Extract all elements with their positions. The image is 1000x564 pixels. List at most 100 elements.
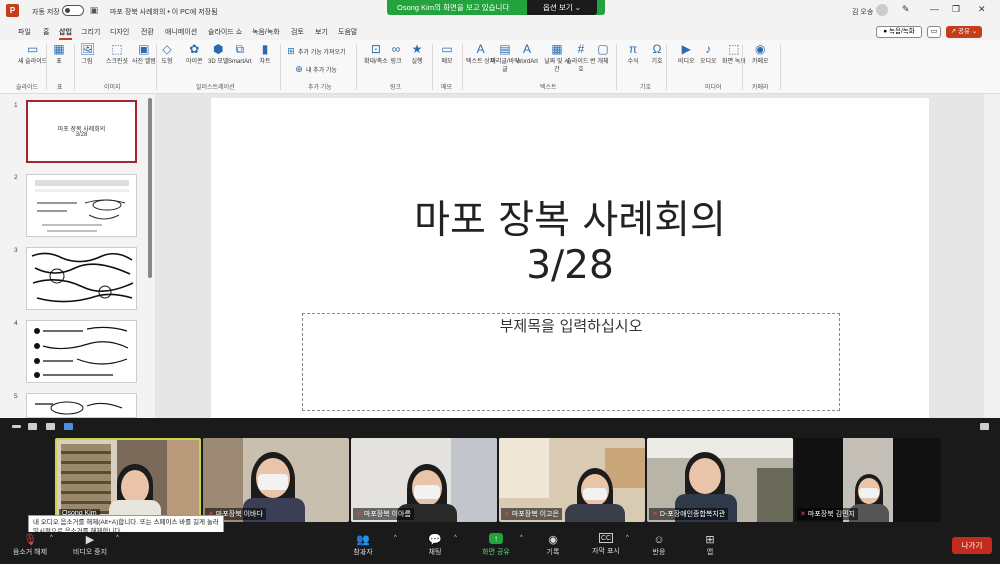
subtitle-placeholder[interactable]: 부제목을 입력하십시오 — [302, 315, 840, 336]
ribbon-item-10[interactable]: ⊞ 추가 기능 가져오기 — [286, 44, 345, 57]
minimize-icon[interactable]: — — [930, 4, 939, 14]
tab-11[interactable]: 도움말 — [338, 27, 357, 37]
save-icon[interactable]: ▣ — [89, 5, 99, 15]
tab-6[interactable]: 애니메이션 — [165, 27, 197, 37]
apps-button[interactable]: ⊞ 앱 — [698, 533, 722, 557]
stop-video-button[interactable]: ▶ 비디오 중지 — [66, 533, 114, 557]
video-tile-5[interactable]: ✕ D-포장애인종합복지관 — [647, 438, 793, 522]
ribbon-item-1[interactable]: ▦ 표 — [52, 42, 66, 66]
ribbon-item-12[interactable]: ⊡ 확대/축소 — [364, 42, 388, 66]
vertical-scrollbar[interactable] — [984, 94, 1000, 418]
tab-10[interactable]: 보기 — [315, 27, 328, 37]
pen-icon[interactable]: ✎ — [902, 4, 910, 15]
video-tile-3[interactable]: ✕ 마포장복 이아름 — [351, 438, 497, 522]
tab-7[interactable]: 슬라이드 쇼 — [208, 27, 242, 37]
share-screen-icon: ↑ — [489, 533, 503, 544]
tab-2[interactable]: 삽입 — [59, 27, 72, 40]
share-screen-button[interactable]: ↑ 화면 공유 — [476, 533, 516, 557]
slide-thumbnail-3[interactable] — [26, 247, 137, 310]
ribbon-item-11[interactable]: ⊕ 내 추가 기능 — [294, 62, 337, 75]
fullscreen-icon[interactable] — [980, 423, 989, 430]
unmute-button[interactable]: 🎙 음소거 해제 — [6, 533, 54, 557]
slide-thumbnail-2[interactable] — [26, 174, 137, 237]
slide-thumbnail-1[interactable]: 마포 장복 사례회의 3/28 — [26, 100, 137, 163]
slide-title[interactable]: 마포 장복 사례회의 3/28 — [211, 198, 929, 288]
ribbon-item-14[interactable]: ★ 실행 — [410, 42, 424, 66]
ribbon-item-22[interactable]: π 수식 — [626, 42, 640, 66]
user-name: 김 오송 — [852, 9, 874, 16]
video-tile-6[interactable]: ✕ 마포장북 김민지 — [795, 438, 941, 522]
ribbon-item-27[interactable]: ◉ 카메오 — [752, 42, 769, 66]
document-title[interactable]: 마포 장북 사례회의 • 이 PC에 저장됨 — [110, 7, 218, 17]
ribbon-group-label: 표 — [57, 85, 63, 91]
video-tile-1[interactable]: Osong Kim — [55, 438, 201, 522]
captions-options-caret[interactable]: ^ — [626, 535, 629, 541]
close-icon[interactable]: ✕ — [978, 4, 986, 15]
chat-options-caret[interactable]: ^ — [454, 535, 457, 541]
tab-3[interactable]: 그리기 — [81, 27, 100, 37]
audio-options-caret[interactable]: ^ — [50, 535, 53, 541]
ribbon-icon: ▭ — [441, 42, 453, 56]
ribbon-item-21[interactable]: ▢ 개체 — [596, 42, 610, 66]
record-button[interactable]: ● 녹음/녹화 — [876, 26, 922, 38]
ribbon-item-0[interactable]: ▭ 새 슬라이드 — [18, 42, 47, 66]
ribbon-item-13[interactable]: ∞ 링크 — [389, 42, 403, 66]
autosave-toggle[interactable] — [62, 5, 84, 16]
tab-0[interactable]: 파일 — [18, 27, 31, 37]
captions-button[interactable]: CC 자막 표시 — [586, 533, 626, 556]
ribbon-item-23[interactable]: Ω 기호 — [650, 42, 664, 66]
record-meeting-button[interactable]: ◉ 기록 — [538, 533, 568, 557]
tab-5[interactable]: 전환 — [141, 27, 154, 37]
ribbon-item-18[interactable]: A WordArt — [516, 42, 538, 66]
ribbon-item-5[interactable]: ◇ 도형 — [160, 42, 174, 66]
user-avatar[interactable] — [876, 4, 888, 16]
leave-button[interactable]: 나가기 — [952, 537, 992, 554]
ribbon-separator — [462, 44, 463, 90]
tab-8[interactable]: 녹음/녹화 — [252, 27, 280, 37]
share-message: Osong Kim의 화면을 보고 있습니다 — [397, 3, 510, 12]
ribbon-group-label: 미디어 — [705, 85, 722, 91]
participants-button[interactable]: 👥6 참가자 — [344, 533, 382, 557]
ribbon-item-20[interactable]: # 슬라이드 번호 — [566, 42, 596, 74]
tab-1[interactable]: 홈 — [43, 27, 49, 37]
ribbon-item-label: 확대/축소 — [364, 59, 388, 65]
minimize-video-icon[interactable] — [12, 425, 21, 428]
ribbon-item-label: 차트 — [259, 59, 271, 65]
speaker-view-icon[interactable] — [28, 423, 37, 430]
ribbon-item-9[interactable]: ▮ 차트 — [258, 42, 272, 66]
comment-icon[interactable]: ▭ — [927, 26, 941, 38]
participant-name: ✕ 마포장복 이아름 — [353, 508, 414, 520]
restore-icon[interactable]: ❐ — [952, 4, 960, 15]
ribbon-item-6[interactable]: ✿ 아이콘 — [186, 42, 203, 66]
slide-thumbnail-5[interactable] — [26, 393, 137, 418]
video-tile-4[interactable]: ✕ 마포장복 이고은 — [499, 438, 645, 522]
ribbon-item-4[interactable]: ▣ 사진 앨범 — [132, 42, 156, 66]
ribbon-item-15[interactable]: ▭ 메모 — [440, 42, 454, 66]
tab-4[interactable]: 디자인 — [110, 27, 129, 37]
participants-options-caret[interactable]: ^ — [394, 535, 397, 541]
gallery-view-icon[interactable] — [64, 423, 73, 430]
ribbon-item-2[interactable]: 🖼 그림 — [80, 42, 95, 66]
ribbon-item-25[interactable]: ♪ 오디오 — [700, 42, 717, 66]
thumbnail-scrollbar[interactable] — [148, 98, 152, 278]
share-button[interactable]: ↗ 공유 ⌄ — [946, 26, 982, 38]
participant-name: ✕ 마포장북 김민지 — [797, 508, 858, 520]
ribbon-item-7[interactable]: ⬢ 3D 모델 — [208, 42, 228, 66]
video-options-caret[interactable]: ^ — [116, 535, 119, 541]
share-options-caret[interactable]: ^ — [520, 535, 523, 541]
tab-9[interactable]: 검토 — [291, 27, 304, 37]
video-tile-2[interactable]: ✕마포장북 이바다 — [203, 438, 349, 522]
strip-view-icon[interactable] — [46, 423, 55, 430]
reactions-button[interactable]: ☺ 반응 — [644, 533, 674, 557]
chat-button[interactable]: 💬 채팅 — [420, 533, 450, 557]
view-options-button[interactable]: 옵션 보기 ⌄ — [527, 0, 597, 15]
ribbon-item-label: 개체 — [597, 59, 609, 65]
ribbon-icon: ▦ — [53, 42, 65, 56]
ribbon-item-24[interactable]: ▶ 비디오 — [678, 42, 695, 66]
gallery-toolbar — [0, 418, 1000, 436]
slide-thumbnail-4[interactable] — [26, 320, 137, 383]
ribbon-item-3[interactable]: ⬚ 스크린샷 — [106, 42, 128, 66]
apps-icon: ⊞ — [705, 534, 715, 546]
slide-title-line2: 3/28 — [526, 243, 614, 288]
ribbon-item-8[interactable]: ⧉ SmartArt — [228, 42, 252, 66]
